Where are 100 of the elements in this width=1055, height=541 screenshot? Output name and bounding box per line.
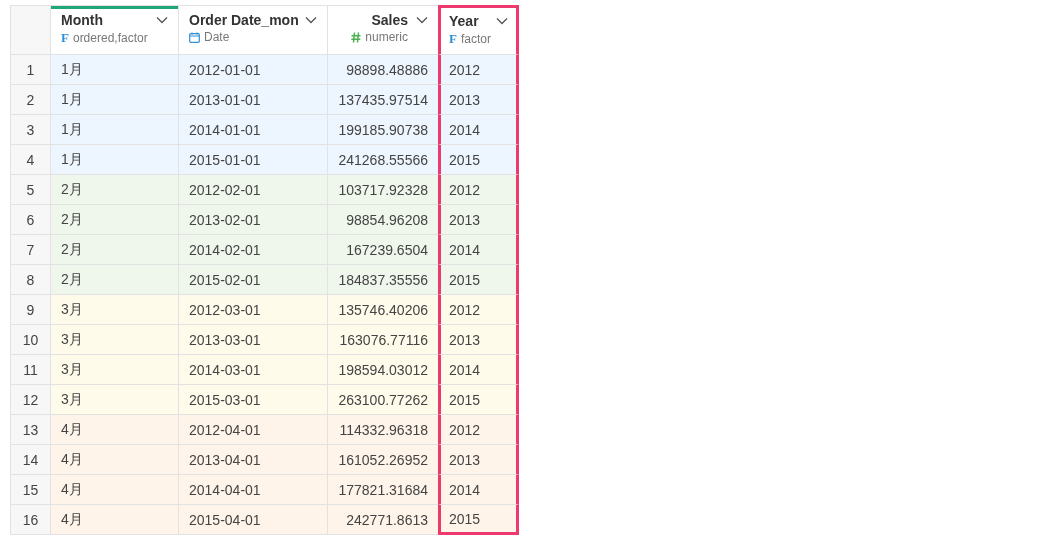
table-cell: 2013-02-01: [178, 205, 327, 235]
column-header[interactable]: Sales numeric: [327, 5, 438, 55]
table-cell: 98898.48886: [327, 55, 438, 85]
factor-icon: F: [449, 31, 457, 47]
row-number: 3: [10, 115, 50, 145]
row-number: 8: [10, 265, 50, 295]
row-number: 16: [10, 505, 50, 535]
table-cell: 3月: [50, 295, 178, 325]
hash-icon: [351, 31, 362, 43]
table-cell: 2015-04-01: [178, 505, 327, 535]
table-cell: 3月: [50, 385, 178, 415]
table-cell: 2014: [438, 475, 519, 505]
table-cell: 198594.03012: [327, 355, 438, 385]
row-number: 2: [10, 85, 50, 115]
row-number: 11: [10, 355, 50, 385]
table-cell: 3月: [50, 355, 178, 385]
column-name: Year: [449, 13, 479, 29]
table-cell: 98854.96208: [327, 205, 438, 235]
table-cell: 2012: [438, 175, 519, 205]
table-cell: 2014: [438, 115, 519, 145]
table-cell: 163076.77116: [327, 325, 438, 355]
table-cell: 2015-01-01: [178, 145, 327, 175]
factor-icon: F: [61, 30, 69, 46]
table-cell: 2015: [438, 505, 519, 535]
table-cell: 3月: [50, 325, 178, 355]
table-cell: 161052.26952: [327, 445, 438, 475]
table-cell: 2013: [438, 85, 519, 115]
table-cell: 242771.8613: [327, 505, 438, 535]
row-number: 9: [10, 295, 50, 325]
column-type: ordered,factor: [72, 31, 148, 45]
column-header[interactable]: Month F ordered,factor: [50, 5, 178, 55]
table-cell: 137435.97514: [327, 85, 438, 115]
calendar-icon: [189, 31, 200, 43]
table-cell: 2012: [438, 415, 519, 445]
table-cell: 199185.90738: [327, 115, 438, 145]
table-cell: 2015: [438, 385, 519, 415]
table-cell: 2013: [438, 205, 519, 235]
row-number: 5: [10, 175, 50, 205]
table-cell: 2013: [438, 325, 519, 355]
table-cell: 2月: [50, 235, 178, 265]
table-cell: 2012-02-01: [178, 175, 327, 205]
table-cell: 2012: [438, 295, 519, 325]
table-cell: 1月: [50, 55, 178, 85]
caret-icon[interactable]: [496, 17, 508, 25]
table-cell: 2012-04-01: [178, 415, 327, 445]
row-number-header: [10, 5, 50, 55]
row-number: 15: [10, 475, 50, 505]
table-cell: 2月: [50, 265, 178, 295]
table-cell: 177821.31684: [327, 475, 438, 505]
table-cell: 135746.40206: [327, 295, 438, 325]
row-number: 14: [10, 445, 50, 475]
table-cell: 184837.35556: [327, 265, 438, 295]
table-cell: 2014-04-01: [178, 475, 327, 505]
table-cell: 2015-02-01: [178, 265, 327, 295]
table-cell: 2014: [438, 355, 519, 385]
column-header[interactable]: Order Date_mon Date: [178, 5, 327, 55]
table-cell: 2月: [50, 205, 178, 235]
row-number: 13: [10, 415, 50, 445]
table-cell: 2012-03-01: [178, 295, 327, 325]
table-cell: 167239.6504: [327, 235, 438, 265]
caret-icon[interactable]: [156, 16, 168, 24]
table-cell: 2015: [438, 145, 519, 175]
table-cell: 2013: [438, 445, 519, 475]
table-cell: 1月: [50, 85, 178, 115]
table-cell: 2013-03-01: [178, 325, 327, 355]
column-header[interactable]: Year F factor: [438, 5, 519, 55]
caret-icon[interactable]: [416, 16, 428, 24]
row-number: 7: [10, 235, 50, 265]
table-cell: 2014-01-01: [178, 115, 327, 145]
column-name: Order Date_mon: [189, 12, 299, 28]
table-cell: 2014-03-01: [178, 355, 327, 385]
row-number: 12: [10, 385, 50, 415]
column-type: numeric: [365, 30, 408, 44]
table-cell: 4月: [50, 505, 178, 535]
table-cell: 2013-01-01: [178, 85, 327, 115]
row-number: 4: [10, 145, 50, 175]
table-cell: 2012-01-01: [178, 55, 327, 85]
table-cell: 4月: [50, 445, 178, 475]
row-number: 6: [10, 205, 50, 235]
table-cell: 2014-02-01: [178, 235, 327, 265]
table-cell: 114332.96318: [327, 415, 438, 445]
table-cell: 241268.55566: [327, 145, 438, 175]
column-type: Date: [204, 30, 230, 44]
column-name: Month: [61, 12, 103, 28]
table-cell: 1月: [50, 115, 178, 145]
caret-icon[interactable]: [305, 16, 317, 24]
table-cell: 2015: [438, 265, 519, 295]
table-cell: 2015-03-01: [178, 385, 327, 415]
column-name: Sales: [371, 12, 408, 28]
column-type: factor: [460, 32, 491, 46]
row-number: 10: [10, 325, 50, 355]
table-cell: 1月: [50, 145, 178, 175]
table-cell: 2月: [50, 175, 178, 205]
table-cell: 2013-04-01: [178, 445, 327, 475]
table-cell: 4月: [50, 415, 178, 445]
table-cell: 263100.77262: [327, 385, 438, 415]
table-cell: 2014: [438, 235, 519, 265]
table-cell: 4月: [50, 475, 178, 505]
row-number: 1: [10, 55, 50, 85]
table-cell: 2012: [438, 55, 519, 85]
